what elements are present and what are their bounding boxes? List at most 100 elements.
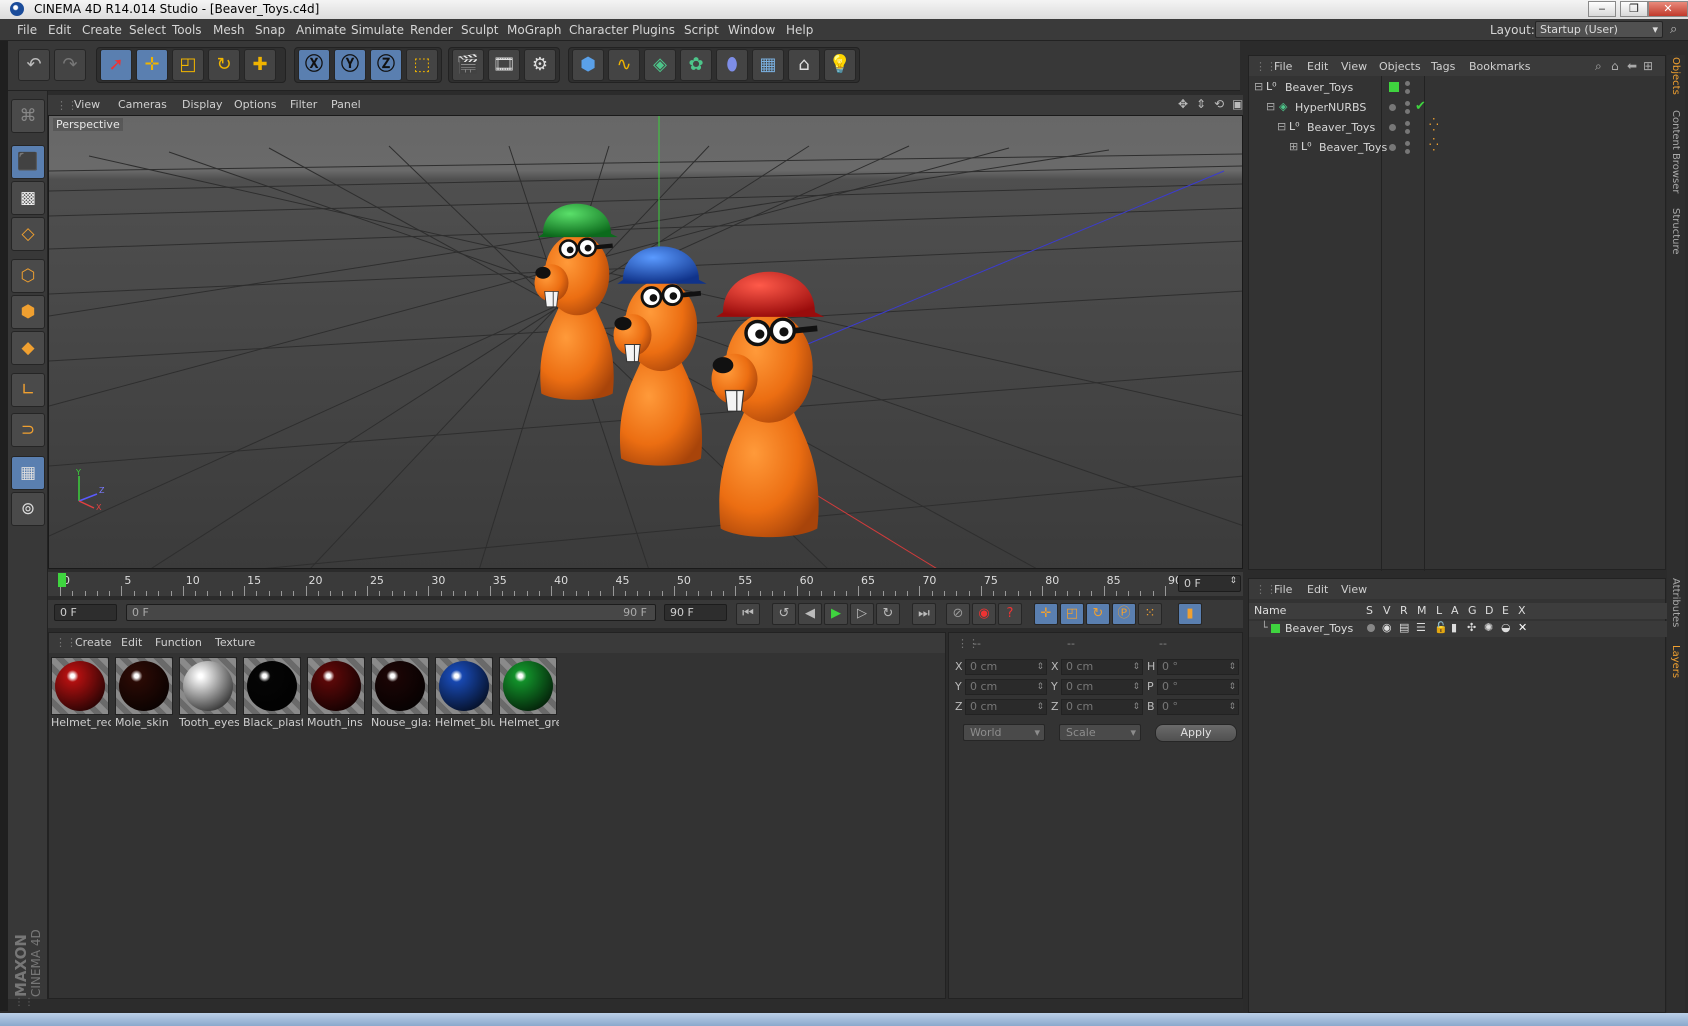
toggle-view-icon[interactable]: ▣ <box>1232 97 1243 111</box>
expressions-icon[interactable]: ◒ <box>1501 621 1511 634</box>
render-visibility-dot[interactable] <box>1405 129 1410 134</box>
material-menu-function[interactable]: Function <box>155 636 202 649</box>
menu-animate[interactable]: Animate <box>296 23 346 37</box>
x-axis-lock-icon[interactable]: Ⓧ <box>298 49 330 81</box>
nurbs-icon[interactable]: ◈ <box>644 49 676 81</box>
zoom-icon[interactable]: ⇕ <box>1196 97 1206 111</box>
layer-color-swatch[interactable] <box>1271 624 1280 633</box>
rotate-icon[interactable]: ↻ <box>208 49 240 81</box>
back-icon[interactable]: ⬅ <box>1627 59 1637 73</box>
end-frame-field[interactable]: 90 F <box>664 604 727 621</box>
coordinate-space-dropdown[interactable]: World ▾ <box>963 724 1045 741</box>
coord-value-field[interactable]: 0 cm ⇕ <box>965 699 1047 715</box>
live-selection-icon[interactable]: ➚ <box>100 49 132 81</box>
layer-menu-view[interactable]: View <box>1341 583 1367 596</box>
deformers-icon[interactable]: ✺ <box>1484 621 1493 634</box>
layer-menu-file[interactable]: File <box>1274 583 1292 596</box>
menu-mograph[interactable]: MoGraph <box>507 23 562 37</box>
viewport-menu-panel[interactable]: Panel <box>331 98 361 111</box>
material-tags-icon[interactable]: ⁛ <box>1429 138 1439 152</box>
stepper-icon[interactable]: ⇕ <box>1228 660 1236 674</box>
size-mode-dropdown[interactable]: Scale ▾ <box>1059 724 1141 741</box>
stepper-icon[interactable]: ⇕ <box>1132 700 1140 714</box>
xref-icon[interactable]: ✕ <box>1518 621 1527 634</box>
object-menu-bookmarks[interactable]: Bookmarks <box>1469 60 1530 73</box>
editor-visibility-dot[interactable] <box>1405 81 1410 86</box>
menu-script[interactable]: Script <box>684 23 719 37</box>
editor-visibility-dot[interactable] <box>1389 144 1396 151</box>
deformer-icon[interactable]: ⬮ <box>716 49 748 81</box>
coord-value-field[interactable]: 0 cm ⇕ <box>1061 679 1143 695</box>
object-menu-view[interactable]: View <box>1341 60 1367 73</box>
key-scale-icon[interactable]: ◰ <box>1060 603 1084 625</box>
menu-window[interactable]: Window <box>728 23 775 37</box>
menu-simulate[interactable]: Simulate <box>351 23 404 37</box>
apply-button[interactable]: Apply <box>1155 724 1237 742</box>
model-mode-icon[interactable]: ⬛ <box>11 145 45 179</box>
material-tags-icon[interactable]: ⁛ <box>1429 118 1439 132</box>
coord-value-field[interactable]: 0 cm ⇕ <box>965 659 1047 675</box>
home-icon[interactable]: ⌂ <box>1611 59 1619 73</box>
generators-icon[interactable]: ✣ <box>1467 621 1476 634</box>
timeline-window-icon[interactable]: ▮ <box>1178 603 1202 625</box>
go-to-end-icon[interactable]: ⏭ <box>912 603 936 625</box>
object-menu-tags[interactable]: Tags <box>1431 60 1455 73</box>
material-swatch[interactable]: Tooth_eyes <box>179 657 239 729</box>
scale-icon[interactable]: ◰ <box>172 49 204 81</box>
stepper-icon[interactable]: ⇕ <box>1228 700 1236 714</box>
material-swatch[interactable]: Helmet_blu <box>435 657 495 729</box>
menu-file[interactable]: File <box>17 23 37 37</box>
column-xref[interactable]: X <box>1518 604 1526 617</box>
layer-row-beaver-toys[interactable]: └ Beaver_Toys ◉ ▤ ☰ 🔓 ▮ ✣ ✺ ◒ ✕ <box>1249 621 1667 637</box>
render-settings-icon[interactable]: ⚙ <box>524 49 556 81</box>
render-visibility-dot[interactable] <box>1405 109 1410 114</box>
frame-ruler[interactable]: 0 5 10 15 20 25 30 35 40 45 50 55 60 65 70 75 80 85 90 <box>60 572 1182 596</box>
cube-icon[interactable]: ⬢ <box>572 49 604 81</box>
menu-select[interactable]: Select <box>129 23 166 37</box>
material-menu-edit[interactable]: Edit <box>121 636 142 649</box>
minimize-button[interactable]: ‒ <box>1588 1 1616 17</box>
play-icon[interactable]: ▶ <box>824 603 848 625</box>
close-button[interactable]: ✕ <box>1648 1 1688 17</box>
viewport-menu-view[interactable]: View <box>74 98 100 111</box>
tab-content-browser[interactable]: Content Browser <box>1667 110 1685 200</box>
stepper-icon[interactable]: ⇕ <box>1132 660 1140 674</box>
undo-icon[interactable]: ↶ <box>18 49 50 81</box>
stepper-icon[interactable]: ⇕ <box>1132 680 1140 694</box>
stepper-icon[interactable]: ⇕ <box>1036 680 1044 694</box>
search-icon[interactable]: ⌕ <box>1595 59 1602 74</box>
viewport-menu-cameras[interactable]: Cameras <box>118 98 167 111</box>
key-pla-icon[interactable]: ⁙ <box>1138 603 1162 625</box>
material-menu-texture[interactable]: Texture <box>215 636 255 649</box>
material-swatch[interactable]: Black_plast <box>243 657 303 729</box>
make-editable-icon[interactable]: ⌘ <box>11 99 45 133</box>
column-locked[interactable]: L <box>1436 604 1442 617</box>
coord-value-field[interactable]: 0 cm ⇕ <box>965 679 1047 695</box>
tab-objects[interactable]: Objects <box>1667 57 1685 102</box>
tab-layers[interactable]: Layers <box>1667 645 1685 690</box>
coord-value-field[interactable]: 0 cm ⇕ <box>1061 699 1143 715</box>
new-view-icon[interactable]: ⊞ <box>1643 59 1653 73</box>
playhead-marker[interactable] <box>58 573 66 587</box>
viewport-menu-options[interactable]: Options <box>234 98 276 111</box>
layout-select[interactable]: Startup (User) ▾ <box>1535 21 1663 38</box>
object-row-beaver-toys-grandchild[interactable]: ⊞ L⁰ Beaver_Toys ⁛ <box>1249 138 1667 158</box>
axis-mode-icon[interactable]: ∟ <box>11 373 45 407</box>
keyframe-selection-icon[interactable]: ? <box>998 603 1022 625</box>
column-manager[interactable]: M <box>1417 604 1427 617</box>
move-icon[interactable]: ✛ <box>136 49 168 81</box>
maximize-button[interactable]: ❐ <box>1620 1 1648 17</box>
menu-help[interactable]: Help <box>786 23 813 37</box>
tab-attributes[interactable]: Attributes <box>1667 578 1685 638</box>
menu-create[interactable]: Create <box>82 23 122 37</box>
menu-render[interactable]: Render <box>410 23 453 37</box>
stepper-icon[interactable]: ⇕ <box>1228 680 1236 694</box>
manager-icon[interactable]: ☰ <box>1416 621 1426 634</box>
key-parameter-icon[interactable]: Ⓟ <box>1112 603 1136 625</box>
menu-tools[interactable]: Tools <box>172 23 202 37</box>
stepper-icon[interactable]: ⇕ <box>1036 700 1044 714</box>
points-mode-icon[interactable]: ⬡ <box>11 259 45 293</box>
column-expressions[interactable]: E <box>1502 604 1509 617</box>
coord-value-field[interactable]: 0 cm ⇕ <box>1061 659 1143 675</box>
viewport-menu-display[interactable]: Display <box>182 98 223 111</box>
